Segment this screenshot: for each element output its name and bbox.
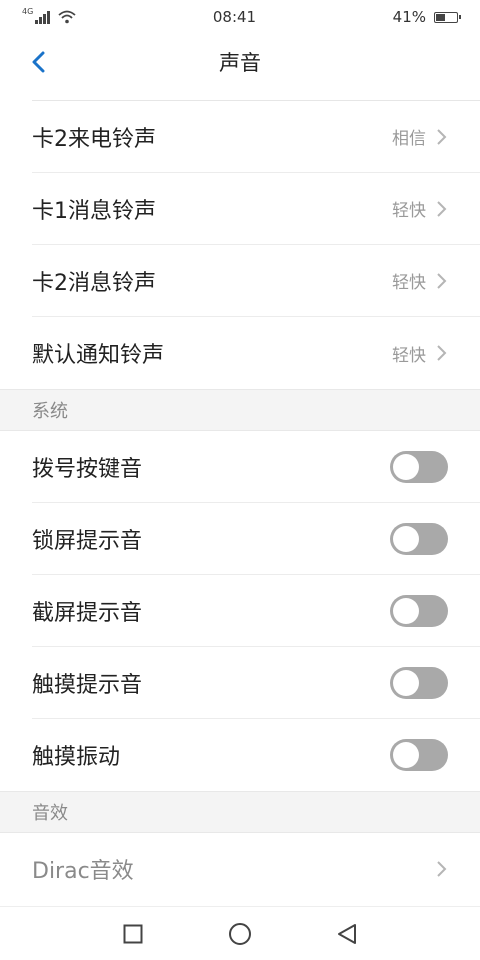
home-button[interactable] xyxy=(220,914,260,954)
settings-list: 卡2来电铃声 相信 卡1消息铃声 轻快 卡2消息铃声 轻快 默认通知铃声 轻快 … xyxy=(0,90,480,905)
status-time: 08:41 xyxy=(212,8,257,26)
chevron-right-icon xyxy=(437,200,447,217)
toggle-switch[interactable] xyxy=(390,522,448,555)
signal-icon xyxy=(35,10,51,24)
setting-label: 卡2来电铃声 xyxy=(32,126,156,152)
setting-value: 轻快 xyxy=(392,273,426,293)
section-header-effects: 音效 xyxy=(0,791,480,833)
setting-value-group: 相信 xyxy=(392,124,448,149)
network-type: 4G xyxy=(22,6,34,16)
chevron-right-icon xyxy=(437,128,447,145)
status-bar: 4G 08:41 41% xyxy=(0,0,480,34)
section-header-system: 系统 xyxy=(0,389,480,431)
setting-dirac-effect[interactable]: Dirac音效 xyxy=(32,833,480,905)
triangle-left-icon xyxy=(337,923,356,944)
setting-label: 卡2消息铃声 xyxy=(32,270,156,296)
back-nav-button[interactable] xyxy=(327,914,367,954)
chevron-right-icon xyxy=(437,272,447,289)
setting-touch-tone[interactable]: 触摸提示音 xyxy=(32,647,480,719)
page-title: 声音 xyxy=(219,51,261,75)
battery-percent: 41% xyxy=(392,8,426,26)
recents-button[interactable] xyxy=(113,914,153,954)
battery-icon xyxy=(434,11,461,23)
setting-ringtone-card1-message[interactable]: 卡1消息铃声 轻快 xyxy=(32,173,480,245)
setting-screenshot-tone[interactable]: 截屏提示音 xyxy=(32,575,480,647)
setting-label: 锁屏提示音 xyxy=(32,528,143,554)
status-right: 41% xyxy=(392,8,461,26)
list-divider xyxy=(32,90,480,101)
setting-value: 轻快 xyxy=(392,345,426,366)
setting-label: Dirac音效 xyxy=(32,859,134,884)
setting-ringtone-default-notification[interactable]: 默认通知铃声 轻快 xyxy=(32,317,480,389)
setting-touch-vibration[interactable]: 触摸振动 xyxy=(32,719,480,791)
circle-icon xyxy=(228,922,251,945)
setting-ringtone-card2-message[interactable]: 卡2消息铃声 轻快 xyxy=(32,245,480,317)
square-icon xyxy=(123,924,143,943)
setting-dial-keypad-tone[interactable]: 拨号按键音 xyxy=(32,431,480,503)
title-bar: 声音 xyxy=(0,34,480,90)
toggle-switch[interactable] xyxy=(390,450,448,483)
setting-value-group: 轻快 xyxy=(392,196,448,221)
setting-label: 截屏提示音 xyxy=(32,600,143,626)
setting-label: 拨号按键音 xyxy=(32,456,143,482)
setting-label: 触摸提示音 xyxy=(32,672,143,698)
setting-ringtone-card2-call[interactable]: 卡2来电铃声 相信 xyxy=(32,101,480,173)
setting-value: 轻快 xyxy=(392,201,426,221)
status-left: 4G xyxy=(22,6,76,24)
setting-value-group: 轻快 xyxy=(392,341,448,366)
toggle-switch[interactable] xyxy=(390,594,448,627)
toggle-switch[interactable] xyxy=(390,666,448,699)
chevron-right-icon xyxy=(437,345,447,361)
chevron-right-icon xyxy=(437,861,447,877)
setting-label: 卡1消息铃声 xyxy=(32,198,156,224)
navigation-bar xyxy=(0,906,480,960)
setting-label: 默认通知铃声 xyxy=(32,343,165,368)
chevron-left-icon xyxy=(32,51,45,73)
setting-value-group: 轻快 xyxy=(392,268,448,293)
setting-value: 相信 xyxy=(392,129,426,149)
toggle-switch[interactable] xyxy=(390,739,448,771)
setting-lock-screen-tone[interactable]: 锁屏提示音 xyxy=(32,503,480,575)
wifi-icon xyxy=(58,10,76,24)
setting-label: 触摸振动 xyxy=(32,745,121,770)
back-button[interactable] xyxy=(22,46,54,78)
